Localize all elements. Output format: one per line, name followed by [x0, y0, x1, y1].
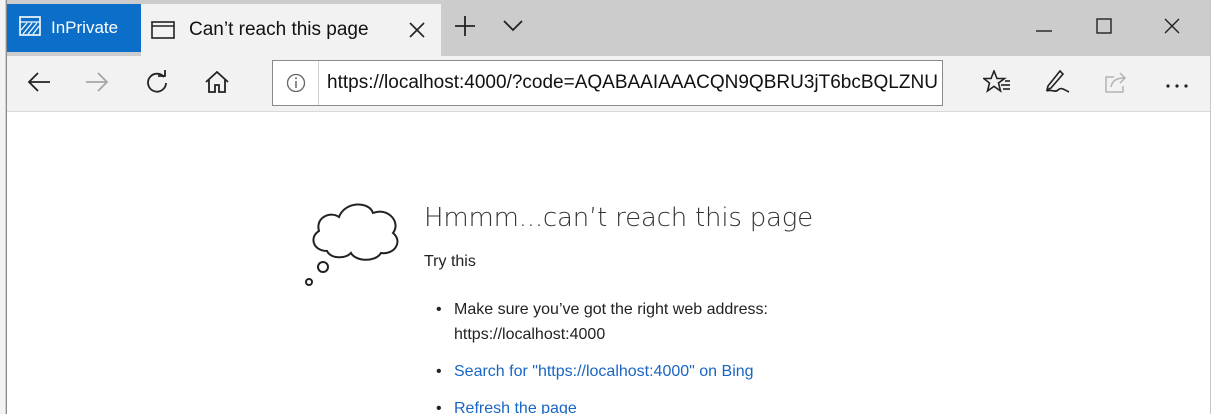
title-bar: InPrivate Can’t reach this page — [7, 0, 1210, 56]
list-item: Make sure you’ve got the right web addre… — [424, 297, 784, 347]
favorites-button[interactable] — [975, 64, 1019, 104]
thought-cloud-icon — [297, 193, 407, 298]
back-button[interactable] — [17, 64, 61, 104]
tab-title: Can’t reach this page — [189, 19, 369, 40]
minimize-icon — [1036, 19, 1052, 37]
back-arrow-icon — [27, 71, 51, 97]
try-this-label: Try this — [424, 253, 476, 270]
forward-arrow-icon — [85, 71, 109, 97]
suggestion-list: Make sure you’ve got the right web addre… — [424, 297, 784, 414]
pen-icon — [1043, 69, 1071, 100]
tab-page-icon — [151, 20, 175, 40]
star-list-icon — [981, 68, 1011, 99]
active-tab[interactable]: Can’t reach this page — [141, 4, 441, 56]
tab-list-button[interactable] — [493, 8, 533, 48]
close-icon[interactable] — [399, 12, 435, 48]
new-tab-button[interactable] — [445, 8, 485, 48]
refresh-button[interactable] — [135, 64, 179, 104]
refresh-page-link[interactable]: Refresh the page — [454, 400, 577, 414]
list-item: Refresh the page — [424, 396, 784, 414]
share-icon — [1104, 71, 1130, 98]
minimize-button[interactable] — [1010, 4, 1078, 52]
share-button[interactable] — [1095, 64, 1139, 104]
url-text[interactable]: https://localhost:4000/?code=AQABAAIAAAC… — [319, 72, 942, 94]
browser-window: InPrivate Can’t reach this page https://… — [6, 0, 1211, 414]
forward-button[interactable] — [75, 64, 119, 104]
maximize-button[interactable] — [1070, 4, 1138, 52]
more-button[interactable] — [1155, 64, 1199, 104]
inprivate-label: InPrivate — [51, 18, 119, 37]
maximize-icon — [1096, 17, 1112, 39]
inprivate-badge: InPrivate — [7, 4, 141, 52]
close-window-button[interactable] — [1138, 4, 1206, 52]
chevron-down-icon — [503, 19, 523, 37]
more-icon — [1166, 75, 1188, 93]
home-button[interactable] — [195, 64, 239, 104]
list-item: Search for "https://localhost:4000" on B… — [424, 359, 784, 384]
suggestion-check-address: Make sure you’ve got the right web addre… — [454, 301, 768, 343]
refresh-icon — [145, 69, 169, 99]
info-icon[interactable] — [273, 61, 319, 105]
notes-button[interactable] — [1035, 64, 1079, 104]
navigation-bar: https://localhost:4000/?code=AQABAAIAAAC… — [7, 56, 1210, 112]
home-icon — [205, 70, 229, 98]
search-bing-link[interactable]: Search for "https://localhost:4000" on B… — [454, 363, 754, 380]
error-title: Hmmm...can’t reach this page — [424, 203, 813, 233]
inprivate-icon — [19, 15, 51, 41]
plus-icon — [455, 15, 475, 41]
address-bar[interactable]: https://localhost:4000/?code=AQABAAIAAAC… — [272, 60, 943, 106]
close-window-icon — [1164, 18, 1180, 39]
page-content: Hmmm...can’t reach this page Try this Ma… — [7, 113, 1210, 414]
